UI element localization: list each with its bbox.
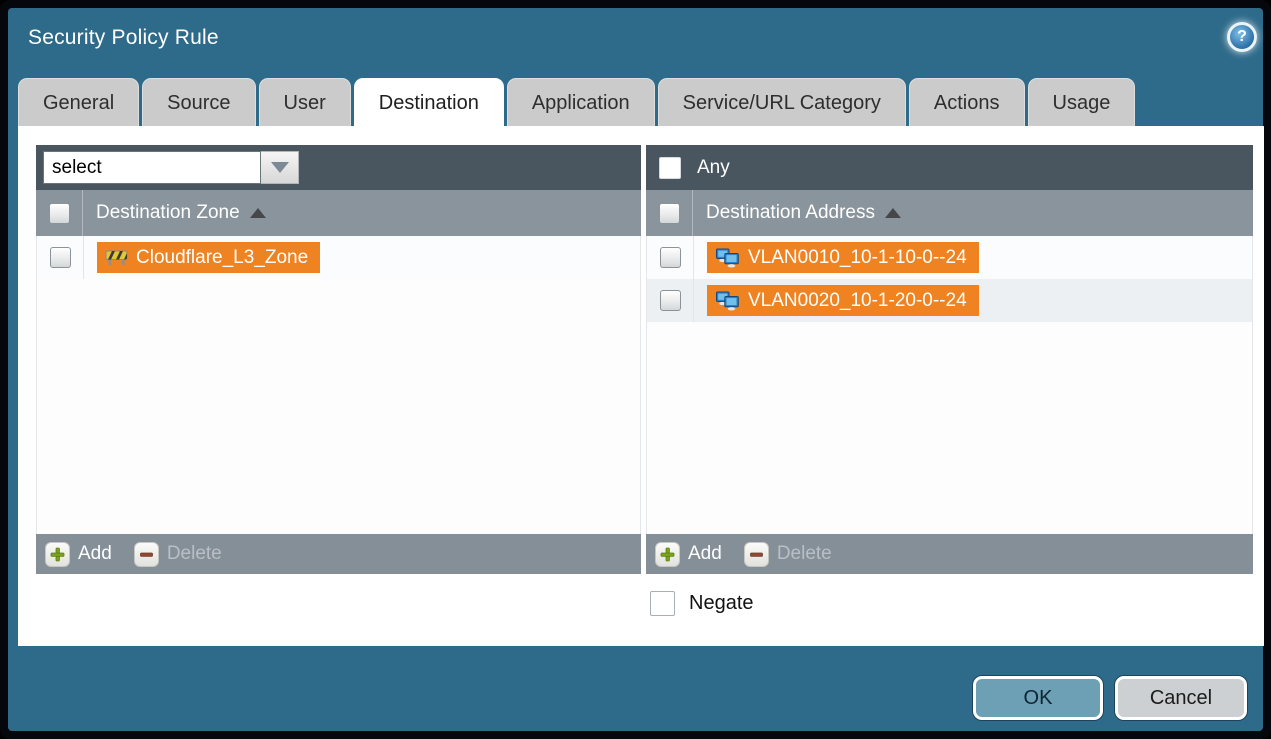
screen: Security Policy Rule ? General Source Us… xyxy=(0,0,1271,739)
any-checkbox[interactable] xyxy=(659,157,681,179)
address-item[interactable]: VLAN0020_10-1-20-0--24 xyxy=(707,285,979,316)
plus-icon xyxy=(655,542,680,567)
sort-ascending-icon xyxy=(250,208,266,218)
address-add-label: Add xyxy=(688,543,722,565)
zone-footer: Add Delete xyxy=(36,534,641,574)
any-bar: Any xyxy=(646,145,1253,190)
ok-button[interactable]: OK xyxy=(973,676,1103,720)
tab-destination[interactable]: Destination xyxy=(354,78,504,126)
tab-usage[interactable]: Usage xyxy=(1028,78,1136,126)
tab-general[interactable]: General xyxy=(18,78,139,126)
zone-delete-label: Delete xyxy=(167,543,222,565)
network-icon xyxy=(715,291,740,311)
address-item-label: VLAN0010_10-1-10-0--24 xyxy=(748,247,967,269)
address-list: VLAN0010_10-1-10-0--24 xyxy=(646,236,1253,534)
zone-select-input[interactable] xyxy=(43,151,261,184)
table-row[interactable]: VLAN0020_10-1-20-0--24 xyxy=(647,279,1252,322)
chevron-down-icon xyxy=(271,162,289,173)
zone-icon xyxy=(105,249,128,266)
address-row-checkbox[interactable] xyxy=(660,290,681,311)
tab-application[interactable]: Application xyxy=(507,78,655,126)
zone-select-all-checkbox[interactable] xyxy=(49,203,70,224)
tab-bar: General Source User Destination Applicat… xyxy=(18,78,1135,126)
tab-source[interactable]: Source xyxy=(142,78,255,126)
table-row[interactable]: Cloudflare_L3_Zone xyxy=(37,236,640,279)
destination-address-panel: Any Destination Address xyxy=(646,145,1253,574)
zone-add-button[interactable]: Add xyxy=(45,542,112,567)
address-column-header-label[interactable]: Destination Address xyxy=(706,202,901,224)
address-item-label: VLAN0020_10-1-20-0--24 xyxy=(748,290,967,312)
zone-add-label: Add xyxy=(78,543,112,565)
negate-label: Negate xyxy=(689,592,754,615)
zone-row-checkbox[interactable] xyxy=(50,247,71,268)
address-item[interactable]: VLAN0010_10-1-10-0--24 xyxy=(707,242,979,273)
address-footer: Add Delete xyxy=(646,534,1253,574)
destination-zone-panel: Destination Zone xyxy=(36,145,641,574)
plus-icon xyxy=(45,542,70,567)
zone-select-combobox xyxy=(43,151,299,184)
zone-item[interactable]: Cloudflare_L3_Zone xyxy=(97,242,320,273)
tab-user[interactable]: User xyxy=(259,78,351,126)
address-column-header: Destination Address xyxy=(646,190,1253,236)
negate-checkbox[interactable] xyxy=(650,591,675,616)
zone-item-label: Cloudflare_L3_Zone xyxy=(136,247,308,269)
zone-select-dropdown-button[interactable] xyxy=(261,151,299,184)
tab-service-url-category[interactable]: Service/URL Category xyxy=(658,78,906,126)
help-icon[interactable]: ? xyxy=(1227,22,1257,52)
address-row-checkbox[interactable] xyxy=(660,247,681,268)
network-icon xyxy=(715,248,740,268)
zone-column-header-label[interactable]: Destination Zone xyxy=(96,202,266,224)
address-delete-button[interactable]: Delete xyxy=(744,542,832,567)
zone-select-bar xyxy=(36,145,641,190)
zone-list: Cloudflare_L3_Zone xyxy=(36,236,641,534)
security-policy-rule-dialog: Security Policy Rule ? General Source Us… xyxy=(8,8,1263,731)
zone-column-header: Destination Zone xyxy=(36,190,641,236)
dialog-title: Security Policy Rule xyxy=(28,26,219,50)
address-select-all-checkbox[interactable] xyxy=(659,203,680,224)
negate-option: Negate xyxy=(650,591,754,616)
address-delete-label: Delete xyxy=(777,543,832,565)
minus-icon xyxy=(134,542,159,567)
any-label: Any xyxy=(697,157,730,179)
table-row[interactable]: VLAN0010_10-1-10-0--24 xyxy=(647,236,1252,279)
cancel-button[interactable]: Cancel xyxy=(1115,676,1247,720)
destination-tab-content: Destination Zone xyxy=(18,126,1264,646)
zone-delete-button[interactable]: Delete xyxy=(134,542,222,567)
minus-icon xyxy=(744,542,769,567)
address-add-button[interactable]: Add xyxy=(655,542,722,567)
sort-ascending-icon xyxy=(885,208,901,218)
tab-actions[interactable]: Actions xyxy=(909,78,1025,126)
